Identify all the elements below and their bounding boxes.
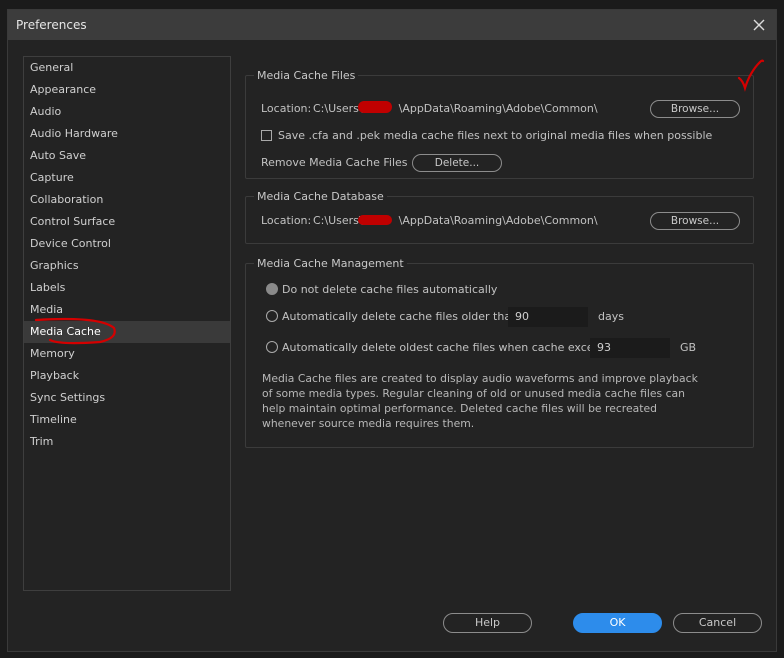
title-bar: Preferences [8,10,776,40]
group-title: Media Cache Files [254,69,359,82]
location-path: C:\Users\ \AppData\Roaming\Adobe\Common\ [313,214,598,227]
sidebar-item-label: Collaboration [30,193,104,206]
group-title: Media Cache Database [254,190,387,203]
preferences-category-list: General Appearance Audio Audio Hardware Auto… [23,56,231,591]
sidebar-item-label: Media Cache [30,325,101,338]
sidebar-item-device-control[interactable]: Device Control [24,233,230,255]
radio-delete-older-than-label: Automatically delete cache files older t… [282,310,522,323]
sidebar-item-playback[interactable]: Playback [24,365,230,387]
radio-delete-older-than[interactable] [266,310,278,322]
sidebar-item-memory[interactable]: Memory [24,343,230,365]
sidebar-item-label: Sync Settings [30,391,106,404]
cache-description: Media Cache files are created to display… [262,372,698,430]
days-unit: days [598,310,624,323]
remove-cache-label: Remove Media Cache Files [261,156,408,169]
sidebar-item-label: Graphics [30,259,79,272]
sidebar-item-timeline[interactable]: Timeline [24,409,230,431]
radio-delete-when-exceeds[interactable] [266,341,278,353]
sidebar-item-appearance[interactable]: Appearance [24,79,230,101]
group-title: Media Cache Management [254,257,407,270]
gb-unit: GB [680,341,697,354]
path-suffix: \AppData\Roaming\Adobe\Common\ [398,102,598,115]
sidebar-item-label: Trim [30,435,54,448]
sidebar-item-auto-save[interactable]: Auto Save [24,145,230,167]
media-cache-management-group: Media Cache Management Do not delete cac… [245,257,754,448]
delete-button[interactable]: Delete... [412,154,502,172]
radio-delete-when-exceeds-label: Automatically delete oldest cache files … [282,341,617,354]
category-items: General Appearance Audio Audio Hardware Auto… [24,57,230,453]
cancel-button[interactable]: Cancel [673,613,762,633]
location-path: C:\Users\ \AppData\Roaming\Adobe\Common\ [313,102,598,115]
media-cache-database-group: Media Cache Database Location: C:\Users\… [245,190,754,244]
redaction-mark [358,101,392,113]
path-suffix: \AppData\Roaming\Adobe\Common\ [398,214,598,227]
location-label: Location: [261,102,312,115]
sidebar-item-labels[interactable]: Labels [24,277,230,299]
sidebar-item-media-cache[interactable]: Media Cache [24,321,230,343]
browse-button[interactable]: Browse... [650,100,740,118]
sidebar-item-label: Labels [30,281,66,294]
sidebar-item-collaboration[interactable]: Collaboration [24,189,230,211]
close-button[interactable] [748,14,770,36]
close-icon [753,19,765,31]
browse-button[interactable]: Browse... [650,212,740,230]
sidebar-item-capture[interactable]: Capture [24,167,230,189]
sidebar-item-audio[interactable]: Audio [24,101,230,123]
sidebar-item-graphics[interactable]: Graphics [24,255,230,277]
location-label: Location: [261,214,312,227]
sidebar-item-label: Playback [30,369,80,382]
gb-input[interactable]: 93 [590,338,670,358]
sidebar-item-label: Device Control [30,237,111,250]
sidebar-item-label: General [30,61,74,74]
sidebar-item-trim[interactable]: Trim [24,431,230,453]
path-prefix: C:\Users\ [313,214,363,227]
sidebar-item-label: Media [30,303,64,316]
sidebar-item-label: Memory [30,347,75,360]
redaction-mark [358,215,392,225]
sidebar-item-label: Auto Save [30,149,87,162]
sidebar-item-sync-settings[interactable]: Sync Settings [24,387,230,409]
sidebar-item-media[interactable]: Media [24,299,230,321]
window-title: Preferences [16,18,87,32]
help-button[interactable]: Help [443,613,532,633]
radio-do-not-delete-label: Do not delete cache files automatically [282,283,498,296]
sidebar-item-audio-hardware[interactable]: Audio Hardware [24,123,230,145]
radio-do-not-delete[interactable] [266,283,278,295]
sidebar-item-label: Audio Hardware [30,127,118,140]
sidebar-item-label: Control Surface [30,215,116,228]
sidebar-item-label: Capture [30,171,74,184]
sidebar-item-label: Appearance [30,83,97,96]
preferences-dialog: Preferences General Appearance Audio Audio … [7,9,777,652]
sidebar-item-label: Audio [30,105,62,118]
save-next-to-media-label: Save .cfa and .pek media cache files nex… [278,129,713,142]
sidebar-item-control-surface[interactable]: Control Surface [24,211,230,233]
save-next-to-media-checkbox[interactable] [261,130,272,141]
path-prefix: C:\Users\ [313,102,363,115]
sidebar-item-general[interactable]: General [24,57,230,79]
sidebar-item-label: Timeline [30,413,77,426]
days-input[interactable]: 90 [508,307,588,327]
media-cache-files-group: Media Cache Files Location: C:\Users\ \Ap… [245,69,754,179]
ok-button[interactable]: OK [573,613,662,633]
